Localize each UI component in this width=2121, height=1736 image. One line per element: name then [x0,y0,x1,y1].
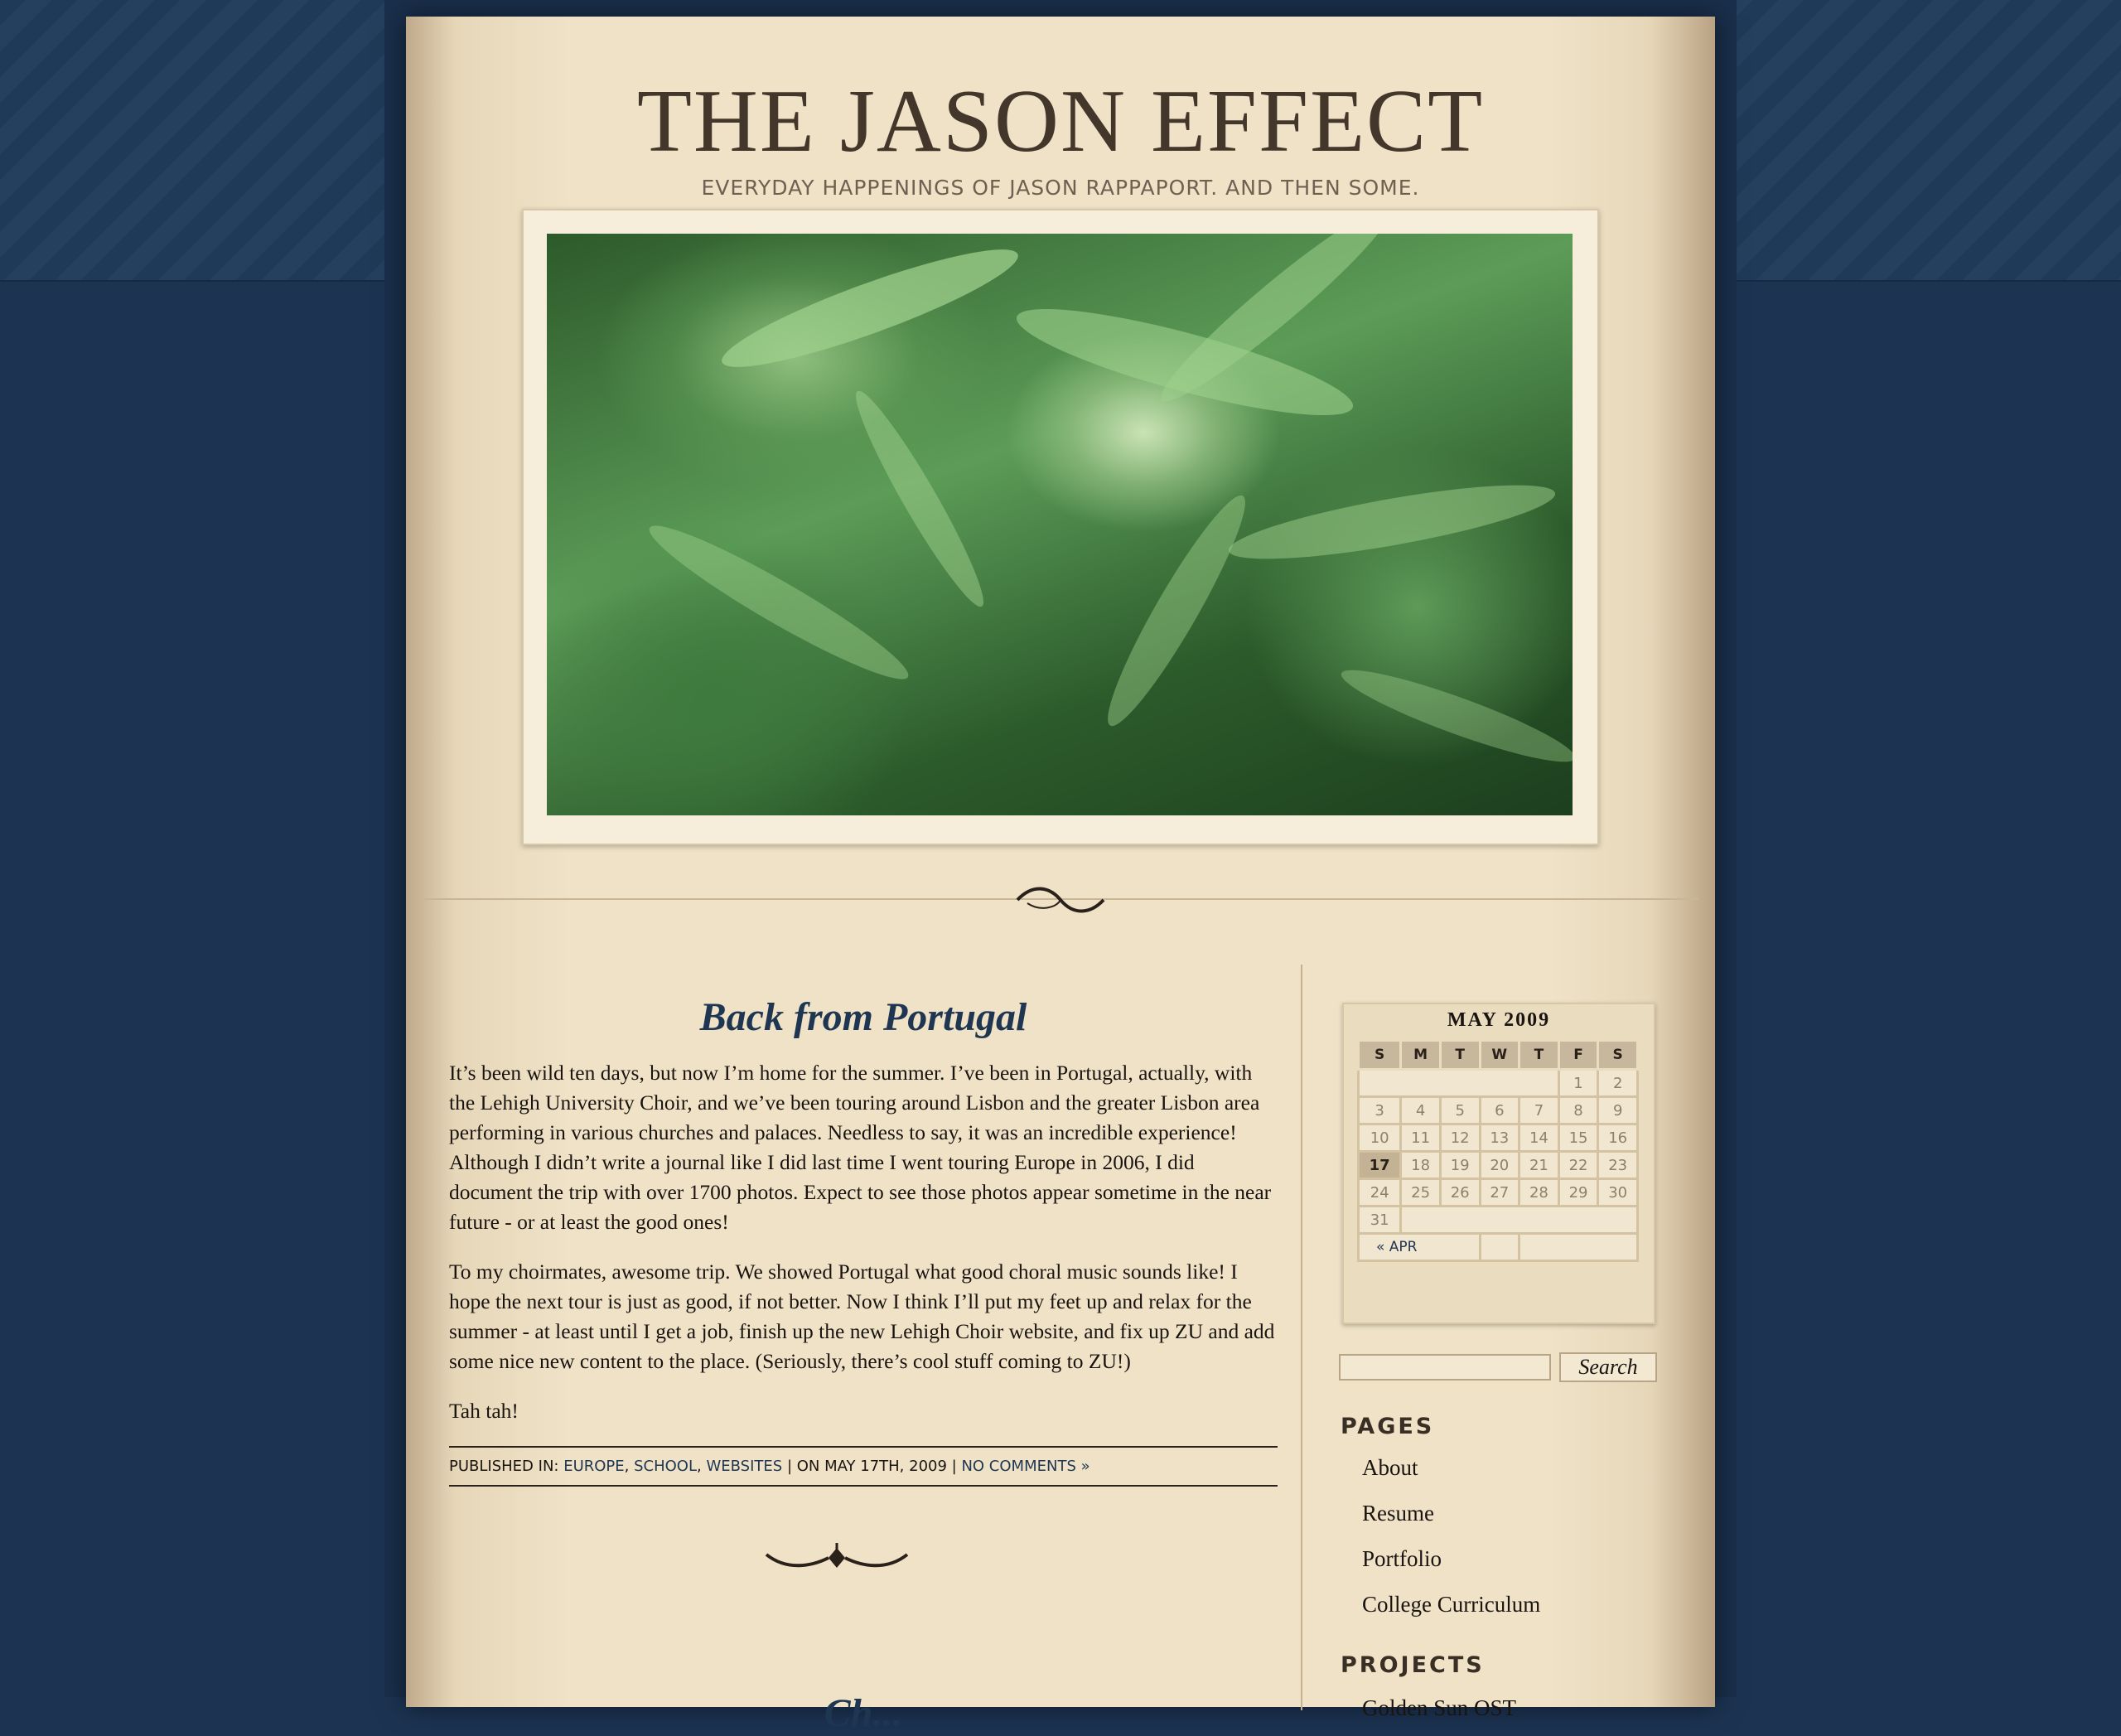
calendar-day: 2 [1597,1068,1639,1098]
calendar-day: 30 [1597,1177,1639,1207]
main-content: Back from Portugal It’s been wild ten da… [449,994,1278,1487]
weekday-header: F [1557,1039,1600,1071]
calendar-pad [1478,1232,1521,1262]
calendar-day: 24 [1356,1177,1403,1207]
calendar-table: S M T W T F S 1 2 3 4 5 6 7 8 9 10 11 12… [1356,1039,1639,1262]
pages-heading: PAGES [1341,1414,1435,1439]
calendar-day: 7 [1518,1095,1560,1125]
projects-heading: PROJECTS [1341,1652,1485,1678]
calendar-day: 28 [1518,1177,1560,1207]
calendar-day: 29 [1557,1177,1600,1207]
weekday-header: S [1597,1039,1639,1071]
published-label: PUBLISHED IN: [449,1458,559,1475]
post-paragraph: Tah tah! [449,1399,519,1423]
calendar-day: 8 [1557,1095,1600,1125]
calendar-day: 31 [1356,1205,1403,1235]
category-link-europe[interactable]: EUROPE [563,1458,624,1475]
page-link-college-curriculum[interactable]: College Curriculum [1362,1592,1540,1637]
calendar-day: 20 [1478,1150,1521,1180]
page-link-portfolio[interactable]: Portfolio [1362,1546,1540,1592]
calendar-day: 25 [1399,1177,1442,1207]
calendar-day: 21 [1518,1150,1560,1180]
calendar-day: 12 [1438,1123,1481,1153]
calendar-caption: MAY 2009 [1447,1009,1551,1031]
calendar-day: 26 [1438,1177,1481,1207]
search-button[interactable]: Search [1559,1352,1657,1382]
category-link-school[interactable]: SCHOOL [634,1458,697,1475]
weekday-header: T [1518,1039,1560,1071]
post-paragraph: To my choirmates, awesome trip. We showe… [449,1260,1275,1373]
calendar-day-today[interactable]: 17 [1356,1150,1403,1180]
post-title[interactable]: Back from Portugal [449,994,1278,1040]
weekday-header: S [1356,1039,1403,1071]
sidebar-divider [1301,965,1302,1710]
weekday-header: T [1438,1039,1481,1071]
post-date: | ON MAY 17TH, 2009 | [786,1458,957,1475]
calendar-day: 3 [1356,1095,1403,1125]
next-post-title[interactable]: Ch... [449,1690,1278,1736]
calendar-widget: MAY 2009 S M T W T F S 1 2 3 4 5 6 7 8 9… [1342,1003,1655,1324]
calendar-day: 23 [1597,1150,1639,1180]
search-form: Search [1339,1352,1657,1382]
calendar-day: 19 [1438,1150,1481,1180]
post-end-ornament [765,1543,909,1568]
calendar-day: 14 [1518,1123,1560,1153]
project-link[interactable]: Golden Sun OST [1362,1695,1516,1721]
site-tagline: EVERYDAY HAPPENINGS OF JASON RAPPAPORT. … [701,176,1420,200]
page-link-resume[interactable]: Resume [1362,1501,1540,1546]
calendar-pad [1399,1205,1639,1235]
calendar-day: 6 [1478,1095,1521,1125]
calendar-day: 9 [1597,1095,1639,1125]
calendar-day: 22 [1557,1150,1600,1180]
pages-list: About Resume Portfolio College Curriculu… [1362,1455,1540,1637]
calendar-day: 4 [1399,1095,1442,1125]
calendar-pad [1518,1232,1639,1262]
comments-link[interactable]: NO COMMENTS » [961,1458,1089,1475]
calendar-day: 16 [1597,1123,1639,1153]
weekday-header: W [1478,1039,1521,1071]
calendar-day: 13 [1478,1123,1521,1153]
post-meta: PUBLISHED IN: EUROPE, SCHOOL, WEBSITES |… [449,1446,1278,1487]
calendar-day: 15 [1557,1123,1600,1153]
search-input[interactable] [1339,1354,1551,1381]
site-title[interactable]: THE JASON EFFECT [406,68,1715,176]
calendar-day: 11 [1399,1123,1442,1153]
calendar-prev-month-link[interactable]: « APR [1357,1232,1481,1262]
header-photo-frame [522,209,1599,845]
page-link-about[interactable]: About [1362,1455,1540,1501]
calendar-pad [1357,1068,1560,1098]
weekday-header: M [1399,1039,1442,1071]
calendar-day: 27 [1478,1177,1521,1207]
calendar-day: 5 [1438,1095,1481,1125]
calendar-day: 10 [1356,1123,1403,1153]
flourish-ornament [1016,887,1105,913]
calendar-day: 18 [1399,1150,1442,1180]
header-photo [547,234,1573,815]
post-paragraph: It’s been wild ten days, but now I’m hom… [449,1061,1272,1234]
calendar-day: 1 [1557,1068,1600,1098]
page-container: THE JASON EFFECT EVERYDAY HAPPENINGS OF … [406,17,1715,1735]
category-link-websites[interactable]: WEBSITES [706,1458,782,1475]
